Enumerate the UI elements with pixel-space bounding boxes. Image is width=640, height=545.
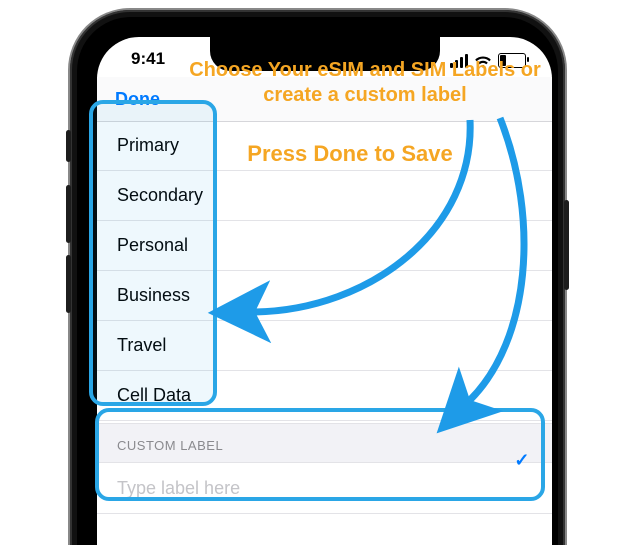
side-button (564, 200, 569, 290)
list-item-personal[interactable]: Personal (97, 221, 552, 271)
screen: 9:41 Done Primary Secondary Perso (97, 37, 552, 545)
checkmark-icon: ✓ (514, 438, 530, 482)
done-button[interactable]: Done (115, 89, 160, 110)
custom-label-header-text: CUSTOM LABEL (117, 438, 223, 453)
list-item-secondary[interactable]: Secondary (97, 171, 552, 221)
custom-label-section: CUSTOM LABEL ✓ (97, 423, 552, 514)
volume-down-button (66, 255, 71, 313)
list-item-travel[interactable]: Travel (97, 321, 552, 371)
custom-label-row[interactable] (97, 463, 552, 514)
phone-frame: 9:41 Done Primary Secondary Perso (70, 10, 565, 545)
mute-switch (66, 130, 71, 162)
nav-bar: Done (97, 77, 552, 122)
custom-label-header: CUSTOM LABEL ✓ (97, 423, 552, 463)
wifi-icon (474, 54, 492, 68)
volume-up-button (66, 185, 71, 243)
list-item-cell-data[interactable]: Cell Data (97, 371, 552, 421)
cellular-icon (450, 54, 468, 68)
list-item-business[interactable]: Business (97, 271, 552, 321)
phone-bezel: 9:41 Done Primary Secondary Perso (77, 17, 558, 545)
custom-label-input[interactable] (97, 463, 552, 513)
battery-icon (498, 53, 526, 68)
label-list: Primary Secondary Personal Business Trav… (97, 121, 552, 421)
status-time: 9:41 (131, 49, 165, 69)
list-item-primary[interactable]: Primary (97, 121, 552, 171)
stage: 9:41 Done Primary Secondary Perso (0, 0, 640, 545)
status-bar: 9:41 (97, 47, 552, 71)
